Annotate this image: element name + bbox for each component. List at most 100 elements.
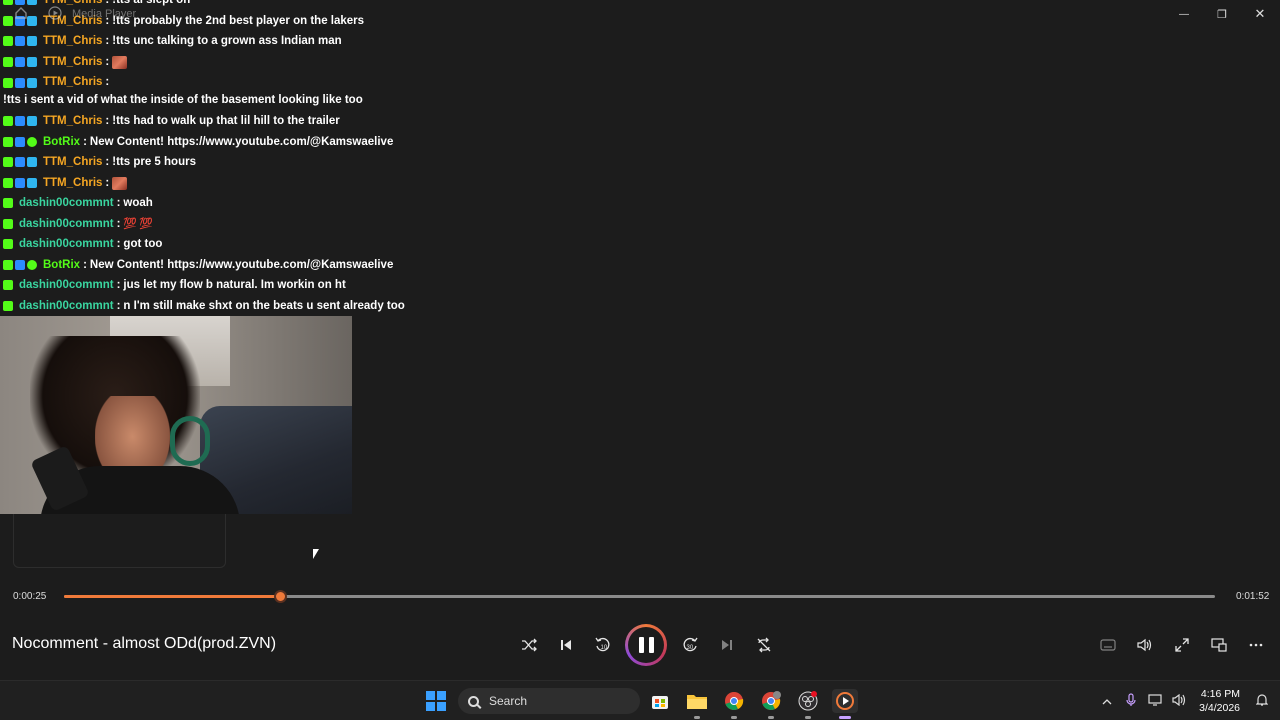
chat-message: dashin00commnt: woah: [0, 193, 420, 214]
moderator-badge-icon: [15, 116, 25, 126]
notifications-button[interactable]: [1250, 693, 1274, 710]
restore-button[interactable]: ❐: [1208, 4, 1236, 24]
kick-badge-icon: [3, 280, 13, 290]
speaker-icon: [1172, 693, 1186, 706]
chat-separator: :: [105, 35, 110, 47]
kick-badge-icon: [3, 116, 13, 126]
store-icon: [652, 696, 668, 709]
volume-icon: [1136, 638, 1151, 652]
taskbar-media-player[interactable]: [832, 689, 858, 719]
captions-button[interactable]: [1089, 628, 1126, 662]
secondary-controls: [1089, 628, 1274, 662]
taskbar-obs[interactable]: [796, 689, 820, 719]
webcam-video: [0, 316, 352, 514]
moderator-badge-icon: [15, 78, 25, 88]
chat-message: TTM_Chris:: [0, 52, 420, 73]
chat-text: jus let my flow b natural. Im workin on …: [123, 279, 346, 291]
chat-separator: :: [116, 197, 121, 209]
seek-bar[interactable]: [64, 590, 1215, 603]
kick-badge-icon: [3, 56, 13, 67]
volume-button[interactable]: [1126, 628, 1163, 662]
chat-separator: :: [116, 279, 121, 291]
subscriber-badge-icon: [27, 157, 37, 167]
more-options-button[interactable]: [1237, 628, 1274, 662]
chat-message: TTM_Chris: !tts i sent a vid of what the …: [0, 72, 420, 111]
microphone-icon: [1126, 692, 1136, 706]
next-button[interactable]: [708, 625, 745, 665]
chat-username[interactable]: dashin00commnt: [19, 193, 114, 214]
restore-icon: ❐: [1217, 8, 1227, 21]
taskbar-chrome[interactable]: [722, 689, 746, 719]
empty-panel: [13, 514, 226, 568]
chat-separator: :: [83, 258, 87, 271]
media-player-icon: [836, 692, 854, 710]
minimize-button[interactable]: —: [1170, 4, 1198, 24]
chat-message: dashin00commnt: n I'm still make shxt on …: [0, 296, 420, 317]
taskbar-store[interactable]: [648, 689, 672, 713]
start-button[interactable]: [426, 691, 446, 711]
previous-icon: [560, 640, 571, 650]
clock[interactable]: 4:16 PM 3/4/2026: [1199, 687, 1240, 715]
chat-username[interactable]: BotRix: [43, 132, 80, 153]
chat-text: !tts i sent a vid of what the inside of …: [3, 93, 363, 106]
subscriber-badge-icon: [27, 78, 37, 88]
chat-username[interactable]: dashin00commnt: [19, 275, 114, 296]
chat-emoji: 💯💯: [123, 217, 155, 230]
shuffle-button[interactable]: [510, 625, 547, 665]
chat-username[interactable]: TTM_Chris: [43, 173, 102, 194]
close-button[interactable]: ✕: [1246, 4, 1274, 24]
taskbar-file-explorer[interactable]: [685, 689, 709, 719]
chat-text: woah: [123, 197, 153, 209]
show-hidden-icons-button[interactable]: [1095, 694, 1119, 708]
captions-icon: [1099, 639, 1116, 651]
microphone-indicator[interactable]: [1119, 692, 1143, 710]
current-time: 0:00:25: [13, 591, 47, 602]
chat-message: TTM_Chris: !tts pre 5 hours: [0, 152, 420, 173]
chat-message: TTM_Chris: !tts had to walk up that lil h…: [0, 111, 420, 132]
obs-icon: [798, 691, 818, 711]
chat-message: dashin00commnt: jus let my flow b natural…: [0, 275, 420, 296]
moderator-badge-icon: [15, 157, 25, 167]
chat-message: TTM_Chris:: [0, 173, 420, 194]
more-icon: [1249, 643, 1262, 647]
fullscreen-icon: [1174, 638, 1189, 652]
skip-forward-30-button[interactable]: 30: [671, 625, 708, 665]
chat-separator: :: [116, 299, 121, 312]
network-icon: [1148, 693, 1162, 706]
search-label: Search: [489, 694, 528, 708]
chat-separator: :: [116, 238, 121, 250]
chat-separator: :: [105, 176, 110, 189]
volume-tray-button[interactable]: [1167, 693, 1191, 709]
playback-controls: 10 30: [510, 624, 782, 666]
cast-button[interactable]: [1200, 628, 1237, 662]
rewind-10-icon: 10: [594, 637, 609, 652]
chat-text: got too: [123, 238, 163, 250]
chat-username[interactable]: TTM_Chris: [43, 111, 102, 132]
chat-username[interactable]: dashin00commnt: [19, 234, 114, 255]
home-icon[interactable]: [14, 6, 28, 20]
kick-badge-icon: [3, 157, 13, 167]
kick-badge-icon: [3, 177, 13, 188]
chat-username[interactable]: TTM_Chris: [43, 74, 102, 92]
chat-username[interactable]: TTM_Chris: [43, 31, 102, 52]
pause-button[interactable]: [625, 624, 667, 666]
total-time: 0:01:52: [1236, 591, 1270, 602]
chat-username[interactable]: BotRix: [43, 255, 80, 276]
chat-username[interactable]: dashin00commnt: [19, 214, 114, 235]
network-button[interactable]: [1143, 693, 1167, 709]
chat-message: BotRix: New Content! https://www.youtube.…: [0, 132, 420, 153]
chat-username[interactable]: dashin00commnt: [19, 296, 114, 317]
fullscreen-button[interactable]: [1163, 628, 1200, 662]
previous-button[interactable]: [547, 625, 584, 665]
seek-bar-thumb[interactable]: [274, 590, 287, 603]
taskbar-search[interactable]: Search: [458, 688, 640, 714]
chat-username[interactable]: TTM_Chris: [43, 152, 102, 173]
kick-badge-icon: [3, 239, 13, 249]
chat-username[interactable]: TTM_Chris: [43, 52, 102, 73]
taskbar-chrome-profile[interactable]: [759, 689, 783, 719]
chat-text: !tts pre 5 hours: [112, 156, 196, 168]
pause-icon: [638, 637, 654, 653]
taskbar: Search 4:16 PM 3/4/2026: [0, 680, 1280, 720]
skip-back-10-button[interactable]: 10: [584, 625, 621, 665]
repeat-off-button[interactable]: [745, 625, 782, 665]
